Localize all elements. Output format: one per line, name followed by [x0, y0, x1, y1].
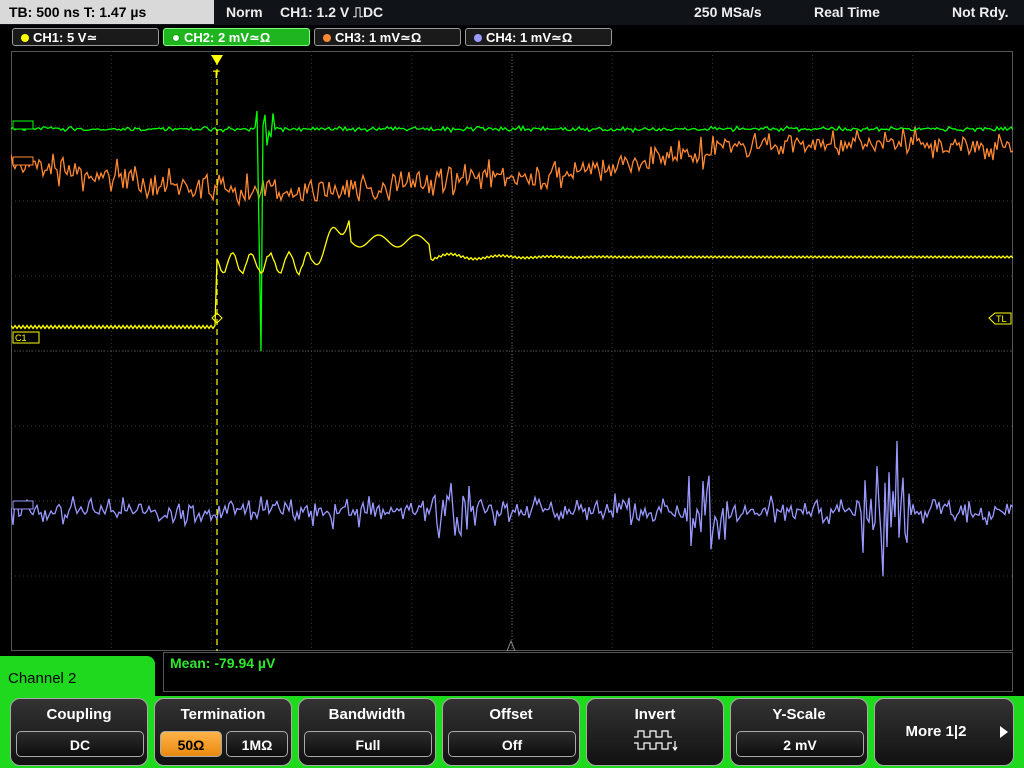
channel-menu-title: Channel 2	[8, 670, 77, 687]
termination-1mohm-button[interactable]: 1MΩ	[226, 731, 288, 757]
tab-ch3-label: CH3: 1 mV≃Ω	[335, 30, 422, 45]
coupling-softkey[interactable]: Coupling DC	[10, 698, 148, 766]
ch4-ground-marker[interactable]	[12, 500, 34, 510]
ch1-marker-label: C1	[15, 333, 27, 343]
tab-ch2[interactable]: CH2: 2 mV≃Ω	[163, 28, 310, 46]
trigger-level-label: TL	[996, 314, 1007, 324]
sample-rate: 250 MSa/s	[694, 4, 762, 20]
more-softkey[interactable]: More 1|2	[874, 698, 1014, 766]
bandwidth-title: Bandwidth	[328, 706, 406, 723]
offset-value-button[interactable]: Off	[448, 731, 576, 757]
yscale-value-button[interactable]: 2 mV	[736, 731, 864, 757]
termination-softkey[interactable]: Termination 50Ω 1MΩ	[154, 698, 292, 766]
ch2-color-dot	[172, 34, 180, 42]
ch1-color-dot	[21, 34, 29, 42]
ch2-ground-marker[interactable]	[12, 120, 34, 130]
ch3-color-dot	[323, 34, 331, 42]
coupling-value-button[interactable]: DC	[16, 731, 144, 757]
tab-ch4-label: CH4: 1 mV≃Ω	[486, 30, 573, 45]
trigger-marker-label: T	[213, 69, 220, 81]
timebase-readout[interactable]: TB: 500 ns T: 1.47 µs	[0, 0, 214, 24]
trigger-mode[interactable]: Norm	[226, 0, 263, 24]
trigger-readout[interactable]: CH1: 1.2 V ⎍DC	[280, 0, 383, 24]
invert-title: Invert	[634, 706, 676, 723]
next-page-arrow-icon	[1000, 726, 1008, 738]
yscale-softkey[interactable]: Y-Scale 2 mV	[730, 698, 868, 766]
termination-50ohm-button[interactable]: 50Ω	[160, 731, 222, 757]
waveform-display[interactable]: T C1 TL	[11, 51, 1013, 651]
acquisition-state: Not Rdy.	[952, 4, 1009, 20]
termination-title: Termination	[180, 706, 266, 723]
tab-ch3[interactable]: CH3: 1 mV≃Ω	[314, 28, 461, 46]
mean-measurement: Mean: -79.94 µV	[170, 655, 276, 671]
offset-softkey[interactable]: Offset Off	[442, 698, 580, 766]
status-bar: TB: 500 ns T: 1.47 µs Norm CH1: 1.2 V ⎍D…	[0, 0, 1024, 25]
yscale-title: Y-Scale	[772, 706, 826, 723]
coupling-title: Coupling	[46, 706, 112, 723]
bandwidth-value-button[interactable]: Full	[304, 731, 432, 757]
tab-ch1-label: CH1: 5 V≃	[33, 30, 98, 45]
acquisition-mode: Real Time	[814, 4, 880, 20]
ch3-ground-marker[interactable]	[12, 156, 34, 166]
ch4-color-dot	[474, 34, 482, 42]
invert-waveform-icon	[634, 730, 678, 751]
tab-ch4[interactable]: CH4: 1 mV≃Ω	[465, 28, 612, 46]
invert-softkey[interactable]: Invert	[586, 698, 724, 766]
ch1-ground-marker[interactable]: C1	[12, 331, 40, 344]
tab-ch2-label: CH2: 2 mV≃Ω	[184, 30, 271, 45]
more-label: More 1|2	[905, 723, 967, 740]
offset-title: Offset	[489, 706, 533, 723]
measurement-panel: Mean: -79.94 µV	[163, 652, 1013, 692]
bandwidth-softkey[interactable]: Bandwidth Full	[298, 698, 436, 766]
tab-ch1[interactable]: CH1: 5 V≃	[12, 28, 159, 46]
